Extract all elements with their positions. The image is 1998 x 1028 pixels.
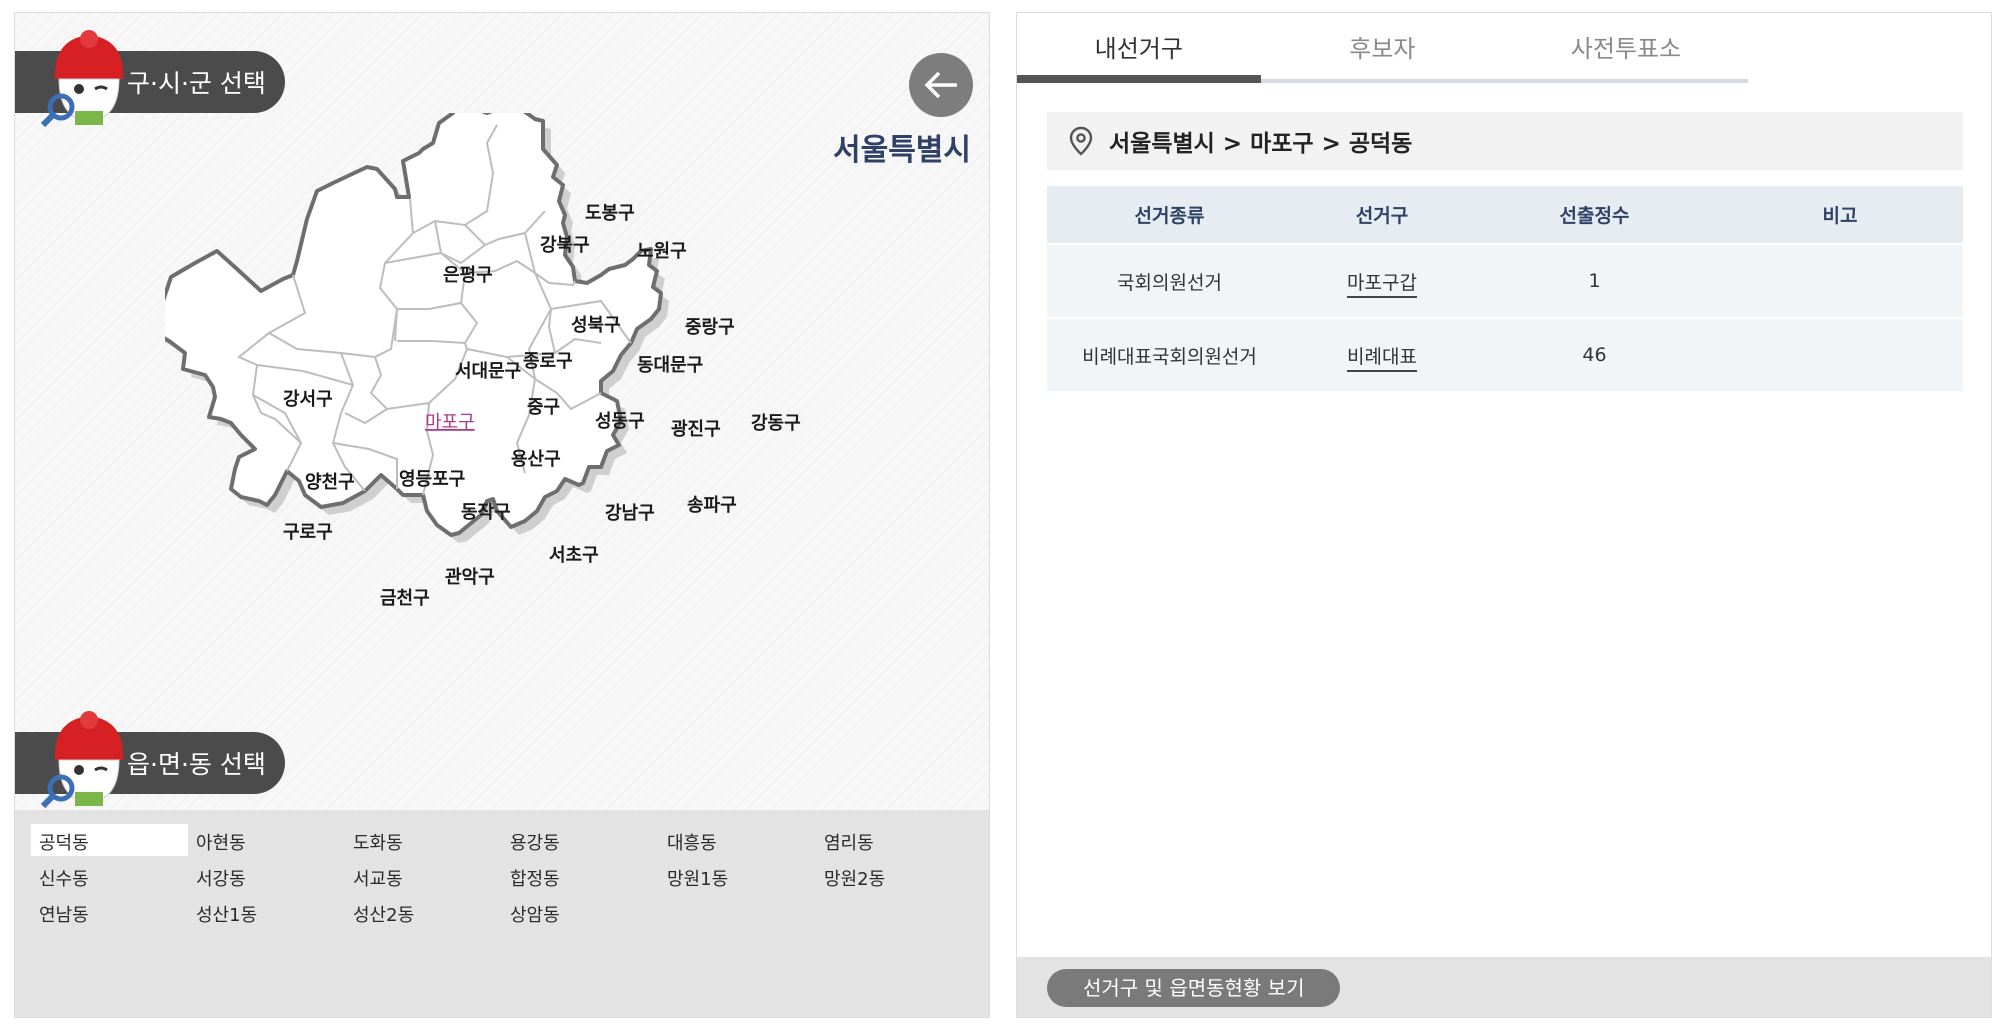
district-gangseo[interactable]: 강서구 bbox=[283, 389, 333, 410]
dong-item[interactable]: 도화동 bbox=[345, 824, 502, 856]
district-mapo[interactable]: 마포구 bbox=[425, 412, 475, 433]
district-status-button[interactable]: 선거구 및 읍면동현황 보기 bbox=[1047, 969, 1341, 1007]
district-yongsan[interactable]: 용산구 bbox=[511, 449, 561, 470]
dong-item[interactable]: 서강동 bbox=[188, 860, 345, 892]
dong-grid: 공덕동 아현동 도화동 용강동 대흥동 염리동 신수동 서강동 서교동 합정동 … bbox=[31, 824, 973, 932]
district-gwanak[interactable]: 관악구 bbox=[445, 567, 495, 588]
back-button[interactable] bbox=[909, 53, 973, 117]
district-yeongdeungpo[interactable]: 영등포구 bbox=[399, 469, 465, 490]
mascot-icon bbox=[40, 711, 124, 808]
dong-item[interactable]: 상암동 bbox=[502, 896, 659, 928]
district-dongdaemun[interactable]: 동대문구 bbox=[637, 355, 703, 376]
note-cell bbox=[1717, 244, 1963, 319]
district-dobong[interactable]: 도봉구 bbox=[585, 203, 635, 224]
election-type: 국회의원선거 bbox=[1047, 244, 1292, 319]
dong-item[interactable]: 공덕동 bbox=[31, 824, 188, 856]
breadcrumb: 서울특별시 > 마포구 > 공덕동 bbox=[1047, 112, 1963, 170]
district-songpa[interactable]: 송파구 bbox=[687, 495, 737, 516]
district-cell: 마포구갑 bbox=[1292, 244, 1472, 319]
seats-cell: 1 bbox=[1472, 244, 1717, 319]
table-row: 국회의원선거 마포구갑 1 bbox=[1047, 244, 1963, 319]
district-gangdong[interactable]: 강동구 bbox=[751, 413, 801, 434]
tab-candidates[interactable]: 후보자 bbox=[1261, 13, 1505, 79]
district-gangnam[interactable]: 강남구 bbox=[605, 503, 655, 524]
tab-bar: 내선거구 후보자 사전투표소 bbox=[1017, 13, 1748, 83]
tab-early-voting[interactable]: 사전투표소 bbox=[1504, 13, 1748, 79]
dong-list-area: 공덕동 아현동 도화동 용강동 대흥동 염리동 신수동 서강동 서교동 합정동 … bbox=[15, 810, 989, 1017]
seats-cell: 46 bbox=[1472, 318, 1717, 393]
district-select-panel: 구·시·군 선택 서울특별시 도봉구 강북구 노원구 은평구 성북구 중랑구 종… bbox=[14, 12, 990, 1018]
dong-item[interactable]: 망원1동 bbox=[659, 860, 816, 892]
district-info-panel: 내선거구 후보자 사전투표소 서울특별시 > 마포구 > 공덕동 선거종류 선거… bbox=[1016, 12, 1992, 1018]
district-seocho[interactable]: 서초구 bbox=[549, 545, 599, 566]
table-header-row: 선거종류 선거구 선출정수 비고 bbox=[1047, 186, 1963, 245]
district-cell: 비례대표 bbox=[1292, 318, 1472, 393]
dong-select-label: 읍·면·동 선택 bbox=[127, 750, 266, 779]
district-gwangjin[interactable]: 광진구 bbox=[671, 419, 721, 440]
district-link[interactable]: 비례대표 bbox=[1347, 345, 1417, 372]
table-row: 비례대표국회의원선거 비례대표 46 bbox=[1047, 318, 1963, 393]
district-jongno[interactable]: 종로구 bbox=[523, 351, 573, 372]
district-jung[interactable]: 중구 bbox=[527, 397, 560, 418]
dong-item[interactable]: 대흥동 bbox=[659, 824, 816, 856]
district-gangbuk[interactable]: 강북구 bbox=[540, 235, 590, 256]
bottom-bar: 선거구 및 읍면동현황 보기 bbox=[1017, 957, 1991, 1017]
dong-item[interactable]: 용강동 bbox=[502, 824, 659, 856]
district-yangcheon[interactable]: 양천구 bbox=[305, 472, 355, 493]
election-table: 선거종류 선거구 선출정수 비고 국회의원선거 마포구갑 1 비례대표국회의원선… bbox=[1047, 186, 1963, 393]
election-type: 비례대표국회의원선거 bbox=[1047, 318, 1292, 393]
district-seongbuk[interactable]: 성북구 bbox=[571, 315, 621, 336]
column-header: 선거구 bbox=[1292, 186, 1472, 245]
district-seodaemun[interactable]: 서대문구 bbox=[455, 361, 521, 382]
district-seongdong[interactable]: 성동구 bbox=[595, 411, 645, 432]
breadcrumb-text: 서울특별시 > 마포구 > 공덕동 bbox=[1109, 131, 1413, 157]
district-dongjak[interactable]: 동작구 bbox=[461, 502, 511, 523]
location-pin-icon bbox=[1069, 126, 1093, 156]
district-guro[interactable]: 구로구 bbox=[283, 522, 333, 543]
dong-item[interactable]: 신수동 bbox=[31, 860, 188, 892]
dong-item[interactable]: 서교동 bbox=[345, 860, 502, 892]
dong-item[interactable]: 합정동 bbox=[502, 860, 659, 892]
dong-item[interactable]: 염리동 bbox=[816, 824, 973, 856]
note-cell bbox=[1717, 318, 1963, 393]
district-link[interactable]: 마포구갑 bbox=[1347, 271, 1417, 298]
column-header: 선출정수 bbox=[1472, 186, 1717, 245]
dong-item[interactable]: 망원2동 bbox=[816, 860, 973, 892]
district-jungnang[interactable]: 중랑구 bbox=[685, 317, 735, 338]
dong-item[interactable]: 성산1동 bbox=[188, 896, 345, 928]
dong-item[interactable]: 연남동 bbox=[31, 896, 188, 928]
city-select-label: 구·시·군 선택 bbox=[127, 69, 266, 98]
column-header: 비고 bbox=[1717, 186, 1963, 245]
back-arrow-icon bbox=[924, 71, 957, 99]
district-nowon[interactable]: 노원구 bbox=[637, 241, 687, 262]
column-header: 선거종류 bbox=[1047, 186, 1292, 245]
district-eunpyeong[interactable]: 은평구 bbox=[443, 265, 493, 286]
district-geumcheon[interactable]: 금천구 bbox=[380, 588, 430, 609]
dong-item[interactable]: 아현동 bbox=[188, 824, 345, 856]
mascot-icon bbox=[40, 30, 124, 127]
seoul-district-map: 도봉구 강북구 노원구 은평구 성북구 중랑구 종로구 동대문구 서대문구 강서… bbox=[165, 113, 801, 609]
tab-my-district[interactable]: 내선거구 bbox=[1017, 13, 1261, 83]
dong-item[interactable]: 성산2동 bbox=[345, 896, 502, 928]
